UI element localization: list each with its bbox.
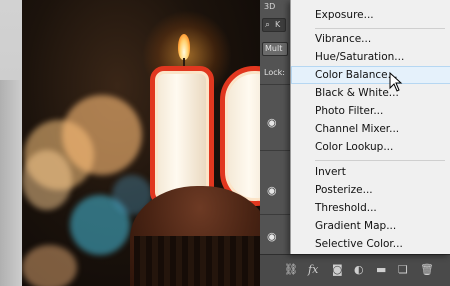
eye-icon[interactable]: ◉ — [267, 230, 277, 243]
cupcake-wrapper — [134, 236, 260, 286]
menu-item-posterize[interactable]: Posterize... — [291, 181, 450, 199]
blend-mode-select[interactable]: Mult — [262, 42, 288, 56]
menu-separator — [315, 28, 445, 29]
lock-label: Lock: — [264, 68, 285, 77]
adjustment-icon[interactable]: ◐ — [354, 263, 364, 277]
new-layer-icon[interactable]: ❏ — [398, 263, 408, 277]
candle-digit-one — [150, 66, 214, 206]
eye-icon[interactable]: ◉ — [267, 116, 277, 129]
menu-item-photo-filter[interactable]: Photo Filter... — [291, 102, 450, 120]
bokeh-light — [22, 245, 77, 286]
bokeh-light — [22, 150, 72, 210]
candle-digit-zero — [220, 66, 260, 206]
cursor-icon — [389, 72, 403, 92]
menu-item-selective-color[interactable]: Selective Color... — [291, 235, 450, 253]
adjustment-layer-menu: Exposure... Vibrance... Hue/Saturation..… — [290, 0, 450, 254]
layer-row-divider — [260, 214, 290, 215]
search-icon: ⌕ — [265, 20, 271, 30]
eye-icon[interactable]: ◉ — [267, 184, 277, 197]
fx-icon[interactable]: fx — [308, 263, 318, 277]
layer-row-divider — [260, 84, 290, 85]
layer-row-divider — [260, 150, 290, 151]
menu-item-vibrance[interactable]: Vibrance... — [291, 30, 450, 48]
menu-item-exposure[interactable]: Exposure... — [291, 6, 450, 24]
trash-icon[interactable]: 🗑 — [420, 263, 434, 277]
menu-item-black-white[interactable]: Black & White... — [291, 84, 450, 102]
gutter-shadow — [0, 80, 22, 286]
menu-item-threshold[interactable]: Threshold... — [291, 199, 450, 217]
menu-item-color-balance[interactable]: Color Balance... — [291, 66, 450, 84]
link-icon[interactable]: ⛓ — [284, 263, 298, 277]
menu-item-channel-mixer[interactable]: Channel Mixer... — [291, 120, 450, 138]
panel-tab-3d[interactable]: 3D — [264, 2, 275, 11]
bokeh-light — [62, 95, 142, 175]
layers-panel: 3D ⌕ K Mult Lock: ◉ ◉ ◉ — [260, 0, 290, 286]
document-canvas[interactable] — [22, 0, 260, 286]
menu-separator — [315, 160, 445, 161]
candle-flame — [178, 34, 190, 60]
menu-item-invert[interactable]: Invert — [291, 163, 450, 181]
filter-kind-label: K — [275, 20, 281, 29]
menu-item-gradient-map[interactable]: Gradient Map... — [291, 217, 450, 235]
menu-item-hue-saturation[interactable]: Hue/Saturation... — [291, 48, 450, 66]
layers-panel-footer: ⛓ fx ◙ ◐ ▬ ❏ 🗑 — [260, 254, 450, 286]
mask-icon[interactable]: ◙ — [332, 263, 343, 277]
menu-item-color-lookup[interactable]: Color Lookup... — [291, 138, 450, 156]
folder-icon[interactable]: ▬ — [376, 263, 386, 277]
